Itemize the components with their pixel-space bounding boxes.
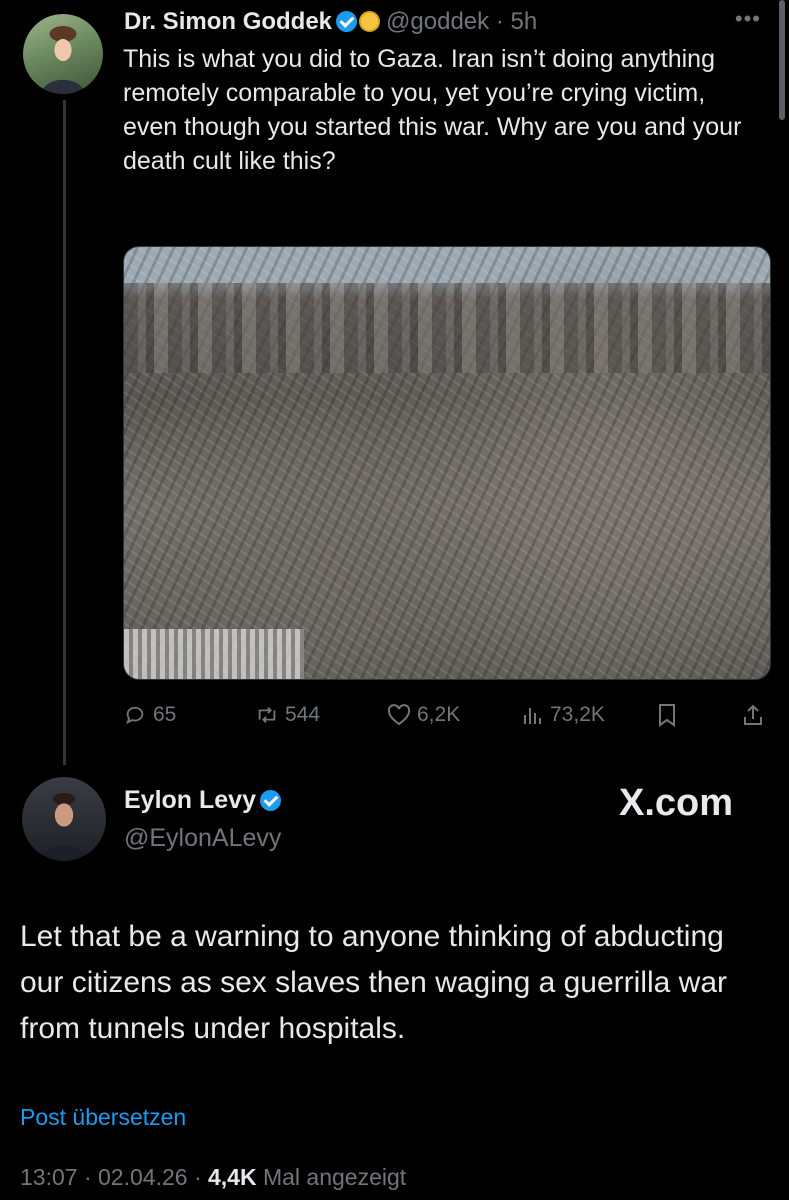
post-text: Let that be a warning to anyone thinking… <box>20 920 728 1045</box>
verified-badge-icon <box>336 11 358 32</box>
share-icon <box>741 703 765 727</box>
view-count: 73,2K <box>550 703 605 726</box>
avatar[interactable] <box>22 777 106 861</box>
views-label: Mal angezeigt <box>262 1164 407 1190</box>
x-logo: X.com <box>619 782 734 824</box>
reply-count: 65 <box>153 703 177 726</box>
thread-connector-line <box>63 100 66 765</box>
like-button[interactable]: 6,2K <box>387 698 460 732</box>
post-image[interactable] <box>123 246 771 680</box>
repost-button[interactable]: 544 <box>255 698 320 732</box>
more-horizontal-icon[interactable]: ••• <box>735 6 761 32</box>
author-handle[interactable]: @EylonALevy <box>124 824 281 853</box>
heart-icon <box>387 703 411 727</box>
reply-button[interactable]: 65 <box>123 698 176 732</box>
post-time[interactable]: 5h <box>510 8 537 35</box>
reply-icon <box>123 703 147 727</box>
bookmark-icon <box>655 703 679 727</box>
post-date[interactable]: 02.04.26 <box>98 1164 188 1190</box>
post-header: Dr. Simon Goddek @goddek · 5h <box>124 6 769 38</box>
verified-badge-icon <box>260 790 281 811</box>
separator: · <box>83 1164 92 1190</box>
separator: · <box>193 1164 202 1190</box>
views-button[interactable]: 73,2K <box>520 698 605 732</box>
author-name-row: Eylon Levy <box>124 786 281 815</box>
bar-chart-icon <box>520 703 544 727</box>
repost-count: 544 <box>285 703 321 726</box>
post-time[interactable]: 13:07 <box>20 1164 78 1190</box>
gold-circle-icon <box>359 11 381 32</box>
bookmark-button[interactable] <box>655 698 679 732</box>
translate-post-link[interactable]: Post übersetzen <box>20 1104 186 1131</box>
like-count: 6,2K <box>417 703 461 726</box>
post-text: This is what you did to Gaza. Iran isn’t… <box>123 45 742 175</box>
separator: · <box>495 8 504 35</box>
author-handle[interactable]: @goddek <box>386 8 489 35</box>
post-actions: 65 544 6,2K 73,2K <box>123 698 769 732</box>
share-button[interactable] <box>741 698 765 732</box>
author-name[interactable]: Eylon Levy <box>124 786 256 814</box>
scrollbar[interactable] <box>779 0 785 120</box>
repost-icon <box>255 703 279 727</box>
author-name[interactable]: Dr. Simon Goddek <box>124 8 332 35</box>
avatar[interactable] <box>23 14 103 94</box>
view-count: 4,4K <box>208 1164 257 1190</box>
post-meta: 13:07 · 02.04.26 · 4,4K Mal angezeigt <box>20 1164 406 1191</box>
